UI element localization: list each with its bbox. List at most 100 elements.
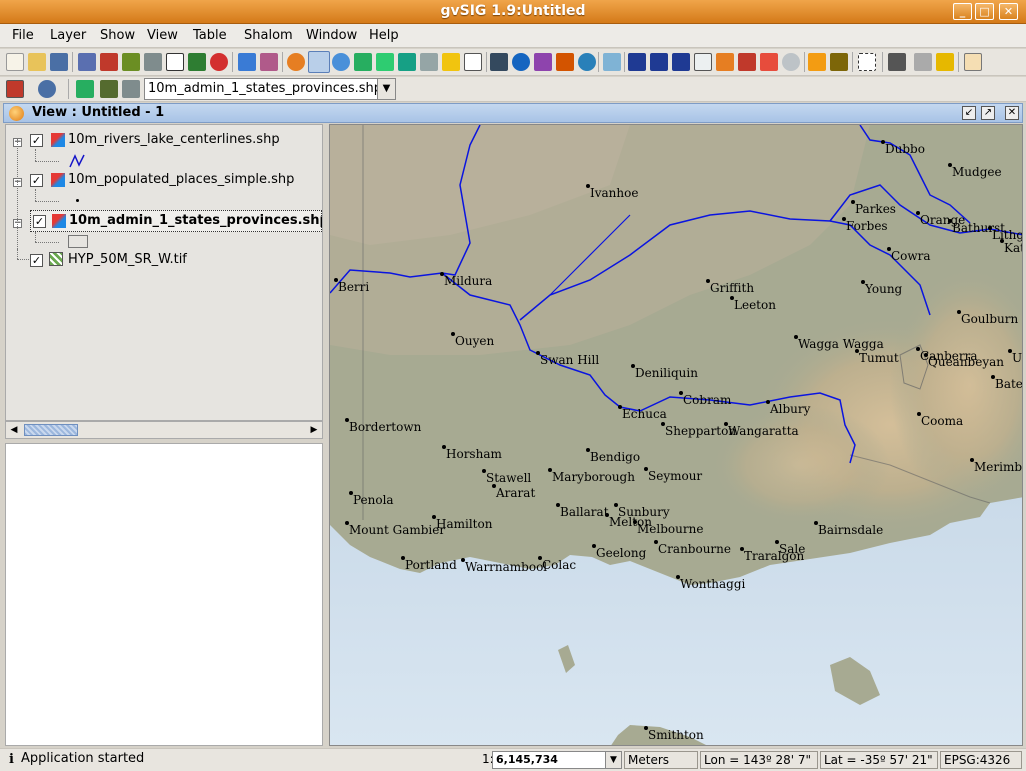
menu-table[interactable]: Table [193, 28, 227, 43]
menu-layer[interactable]: Layer [50, 28, 86, 43]
map-canvas[interactable]: Dubbo Mudgee Ivanhoe Parkes Orange Forbe… [329, 124, 1023, 746]
target-icon[interactable] [210, 53, 228, 71]
locate-icon[interactable] [442, 53, 460, 71]
vector-layer-icon [51, 133, 65, 147]
active-layer-select[interactable]: 10m_admin_1_states_provinces.shp ▼ [144, 78, 396, 100]
binoculars-icon[interactable] [914, 53, 932, 71]
menu-file[interactable]: File [12, 28, 34, 43]
view-title: View : Untitled - 1 [32, 105, 165, 120]
table-icon[interactable] [830, 53, 848, 71]
city-label: Merimb [970, 458, 1022, 474]
measure-icon[interactable] [490, 53, 508, 71]
info-icon[interactable] [512, 53, 530, 71]
previous-zoom-icon[interactable] [420, 53, 438, 71]
grid-icon[interactable] [858, 53, 876, 71]
layer-name[interactable]: HYP_50M_SR_W.tif [68, 252, 187, 267]
globe-icon[interactable] [578, 53, 596, 71]
pan-icon[interactable] [464, 53, 482, 71]
city-label: Wonthaggi [676, 575, 745, 591]
select-rect-icon[interactable] [650, 53, 668, 71]
select-buffer-icon[interactable] [782, 53, 800, 71]
scale-combobox[interactable]: 6,145,734 ▼ [492, 751, 622, 769]
refresh-icon[interactable] [76, 80, 94, 98]
polygon-symbol-icon [68, 235, 88, 248]
scroll-right-icon[interactable]: ▶ [306, 422, 322, 438]
menu-view[interactable]: View [147, 28, 178, 43]
city-label: Albury [766, 400, 810, 416]
wrench-icon[interactable] [888, 53, 906, 71]
select-poly-icon[interactable] [672, 53, 690, 71]
city-label: Smithton [644, 726, 704, 742]
menu-window[interactable]: Window [306, 28, 357, 43]
save-icon[interactable] [50, 53, 68, 71]
minimize-button[interactable]: _ [953, 3, 972, 20]
menu-help[interactable]: Help [369, 28, 399, 43]
minimize-view-icon[interactable]: ↙ [962, 106, 976, 120]
city-label: Bairnsdale [814, 521, 883, 537]
locator-icon[interactable] [38, 80, 56, 98]
layer-checkbox[interactable]: ✓ [30, 254, 43, 267]
city-label: Melbourne [633, 520, 703, 536]
full-extent-icon[interactable] [376, 53, 394, 71]
layers-icon[interactable] [100, 80, 118, 98]
toc-layer-places[interactable]: − ✓ 10m_populated_places_simple.shp [6, 169, 322, 189]
status-message: Application started [21, 751, 145, 766]
report-icon[interactable] [964, 53, 982, 71]
scroll-left-icon[interactable]: ◀ [6, 422, 22, 438]
note-icon[interactable] [166, 53, 184, 71]
window-titlebar[interactable]: gvSIG 1.9:Untitled _ □ ✕ [0, 0, 1026, 24]
locator-map[interactable] [5, 443, 323, 746]
raster-layer-icon [49, 252, 63, 266]
select-icon[interactable] [628, 53, 646, 71]
zoom-out-icon[interactable] [332, 53, 350, 71]
raster-icon[interactable] [260, 53, 278, 71]
zoom-in-icon[interactable] [287, 53, 305, 71]
open-icon[interactable] [28, 53, 46, 71]
view-frame-icon[interactable] [6, 80, 24, 98]
layer-checkbox[interactable]: ✓ [30, 134, 43, 147]
add-layer-icon[interactable] [78, 53, 96, 71]
chevron-down-icon[interactable]: ▼ [605, 752, 621, 768]
zoom-window-icon[interactable] [308, 51, 330, 73]
distance-icon[interactable] [534, 53, 552, 71]
filter-icon[interactable] [808, 53, 826, 71]
tooltip-icon[interactable] [603, 53, 621, 71]
chevron-down-icon[interactable]: ▼ [377, 79, 395, 99]
close-button[interactable]: ✕ [999, 3, 1018, 20]
search-icon[interactable] [936, 53, 954, 71]
attribute-icon[interactable] [122, 80, 140, 98]
layer-name[interactable]: 10m_rivers_lake_centerlines.shp [68, 132, 280, 147]
zoom-select-icon[interactable] [398, 53, 416, 71]
close-view-icon[interactable]: ✕ [1005, 106, 1019, 120]
layer-props-icon[interactable] [122, 53, 140, 71]
toc-horizontal-scrollbar[interactable]: ◀ ▶ [5, 421, 323, 439]
toc-layer-raster[interactable]: ✓ HYP_50M_SR_W.tif [6, 249, 322, 269]
menu-shalom[interactable]: Shalom [244, 28, 293, 43]
layer-checkbox[interactable]: ✓ [33, 215, 46, 228]
toc-layer-admin[interactable]: ✓ 10m_admin_1_states_provinces.shp [30, 210, 322, 232]
select-layer-icon[interactable] [694, 53, 712, 71]
area-icon[interactable] [556, 53, 574, 71]
zoom-layers-icon[interactable] [354, 53, 372, 71]
new-icon[interactable] [6, 53, 24, 71]
layer-name[interactable]: 10m_populated_places_simple.shp [68, 172, 294, 187]
remove-layer-icon[interactable] [100, 53, 118, 71]
view-titlebar[interactable]: View : Untitled - 1 ↙ ↗ ✕ [3, 103, 1023, 123]
invert-select-icon[interactable] [716, 53, 734, 71]
layer-name[interactable]: 10m_admin_1_states_provinces.shp [69, 213, 322, 228]
image-icon[interactable] [188, 53, 206, 71]
vector-layer-icon [51, 173, 65, 187]
menu-show[interactable]: Show [100, 28, 135, 43]
tool-icon[interactable] [238, 53, 256, 71]
maximize-button[interactable]: □ [975, 3, 994, 20]
scroll-thumb[interactable] [24, 424, 78, 436]
city-label: Mudgee [948, 163, 1002, 179]
select-circle-icon[interactable] [760, 53, 778, 71]
toc-layer-rivers[interactable]: − ✓ 10m_rivers_lake_centerlines.shp [6, 129, 322, 149]
maximize-view-icon[interactable]: ↗ [981, 106, 995, 120]
edit-icon[interactable] [144, 53, 162, 71]
info-icon: i [9, 752, 14, 767]
clear-select-icon[interactable] [738, 53, 756, 71]
view-icon [9, 106, 24, 121]
layer-checkbox[interactable]: ✓ [30, 174, 43, 187]
